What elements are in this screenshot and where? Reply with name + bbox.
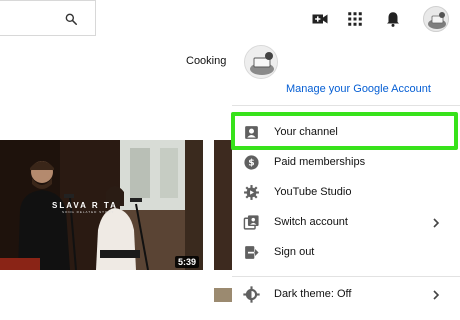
gear-icon: [244, 185, 259, 200]
menu-item-paid-memberships[interactable]: $ Paid memberships: [232, 148, 460, 178]
sign-out-icon: [245, 246, 259, 259]
menu-item-label: Switch account: [274, 216, 348, 228]
menu-item-dark-theme[interactable]: Dark theme: Off: [232, 280, 460, 310]
search-input[interactable]: [0, 0, 96, 36]
menu-divider: [232, 105, 460, 106]
dollar-icon: $: [244, 155, 259, 170]
channel-thumbnail-partial[interactable]: [214, 288, 234, 302]
account-menu: Manage your Google Account Your channel …: [232, 40, 460, 320]
create-video-icon[interactable]: [311, 10, 329, 28]
chevron-right-icon: [433, 218, 440, 228]
account-avatar[interactable]: [423, 6, 449, 32]
menu-divider: [232, 276, 460, 277]
menu-item-switch-account[interactable]: Switch account: [232, 208, 460, 238]
chevron-right-icon: [433, 290, 440, 300]
menu-item-sign-out[interactable]: Sign out: [232, 238, 460, 268]
youtube-page: Cooking SLAVA R TA SONG RELATED STORY 5:…: [0, 0, 460, 320]
video-thumbnail[interactable]: SLAVA R TA SONG RELATED STORY 5:39: [0, 140, 203, 270]
menu-item-label: Dark theme: Off: [274, 288, 352, 300]
apps-icon[interactable]: [346, 10, 364, 28]
highlight-box: [231, 112, 458, 150]
menu-item-label: Sign out: [274, 246, 315, 258]
notifications-icon[interactable]: [384, 10, 402, 28]
avatar-image: [245, 46, 277, 78]
menu-item-label: YouTube Studio: [274, 186, 352, 198]
category-chip[interactable]: Cooking: [186, 55, 226, 67]
svg-text:$: $: [248, 158, 254, 169]
dark-theme-icon: [243, 286, 260, 303]
manage-google-account-link[interactable]: Manage your Google Account: [286, 83, 431, 95]
thumbnail-overlay-title: SLAVA R TA: [52, 201, 118, 210]
search-icon[interactable]: [64, 12, 78, 26]
switch-account-icon: [243, 215, 259, 230]
thumbnail-overlay-subtitle: SONG RELATED STORY: [62, 210, 115, 214]
avatar-image: [424, 7, 448, 31]
video-duration-badge: 5:39: [174, 256, 199, 268]
menu-item-youtube-studio[interactable]: YouTube Studio: [232, 178, 460, 208]
menu-item-label: Paid memberships: [274, 156, 366, 168]
video-thumbnail-partial[interactable]: [214, 140, 234, 270]
menu-account-avatar: [244, 45, 278, 79]
